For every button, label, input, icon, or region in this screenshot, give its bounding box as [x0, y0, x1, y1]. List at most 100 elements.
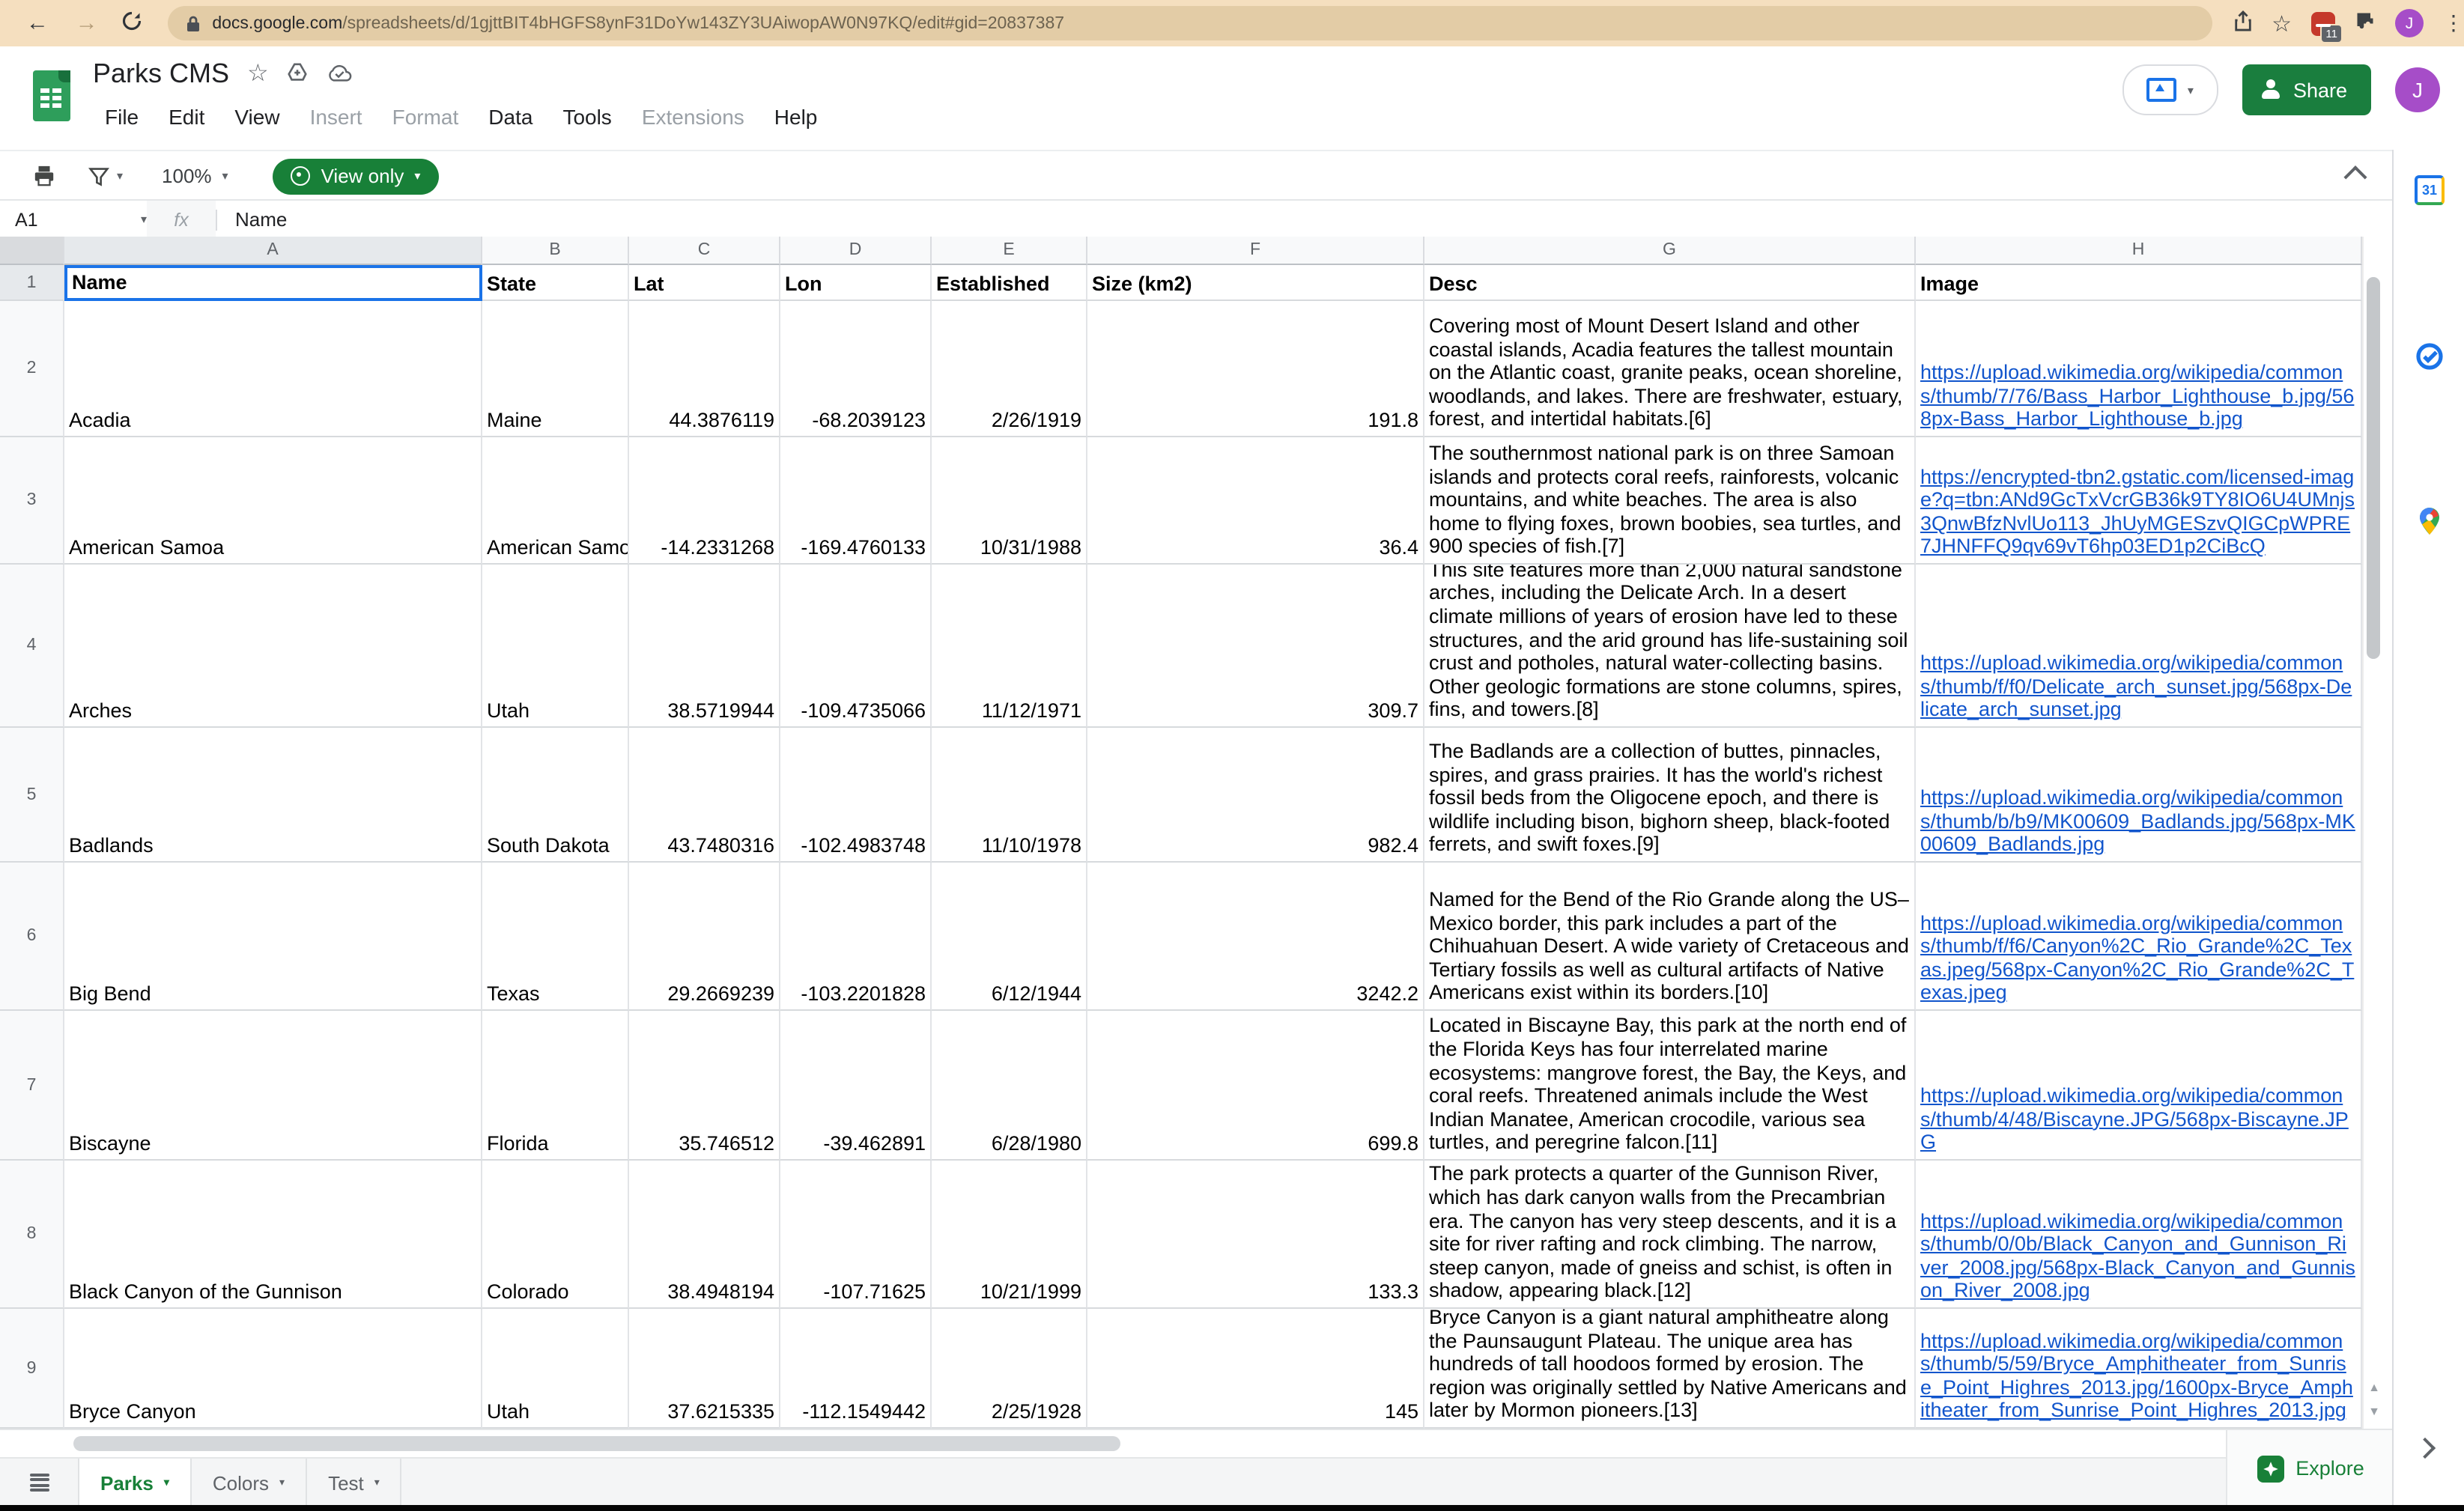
cell-state[interactable]: Utah [482, 1309, 629, 1429]
adblock-extension-icon[interactable]: 11 [2311, 11, 2335, 35]
cell-desc[interactable]: Located in Biscayne Bay, this park at th… [1424, 1011, 1916, 1161]
cell-desc[interactable]: The southernmost national park is on thr… [1424, 437, 1916, 565]
cell-lat[interactable]: 35.746512 [629, 1011, 780, 1161]
column-header-H[interactable]: H [1916, 237, 2362, 265]
cell-name[interactable]: Black Canyon of the Gunnison [64, 1161, 482, 1309]
header-cell[interactable]: Size (km2) [1087, 265, 1424, 301]
row-number[interactable]: 7 [0, 1011, 64, 1161]
cell-state[interactable]: American Samoa [482, 437, 629, 565]
menu-help[interactable]: Help [762, 100, 830, 133]
all-sheets-menu-icon[interactable] [0, 1459, 78, 1507]
cell-lon[interactable]: -169.4760133 [780, 437, 932, 565]
scroll-down-icon[interactable]: ▼ [2364, 1402, 2385, 1423]
view-only-button[interactable]: View only ▾ [273, 158, 439, 194]
cell-state[interactable]: Utah [482, 565, 629, 728]
header-cell[interactable]: Name [64, 265, 482, 301]
column-header-E[interactable]: E [932, 237, 1087, 265]
select-all-corner[interactable] [0, 237, 64, 265]
cell-image[interactable]: https://encrypted-tbn2.gstatic.com/licen… [1916, 437, 2362, 565]
row-number[interactable]: 3 [0, 437, 64, 565]
cell-name[interactable]: Bryce Canyon [64, 1309, 482, 1429]
cell-lat[interactable]: 29.2669239 [629, 863, 780, 1011]
add-shortcut-to-drive-icon[interactable] [287, 61, 309, 87]
cell-lat[interactable]: 43.7480316 [629, 728, 780, 863]
menu-data[interactable]: Data [476, 100, 544, 133]
cell-state[interactable]: Maine [482, 301, 629, 437]
header-cell[interactable]: State [482, 265, 629, 301]
image-link[interactable]: https://upload.wikimedia.org/wikipedia/c… [1920, 1209, 2355, 1302]
explore-button[interactable]: Explore [2226, 1429, 2394, 1507]
row-number[interactable]: 8 [0, 1161, 64, 1309]
header-cell[interactable]: Lat [629, 265, 780, 301]
sheet-tab-test[interactable]: Test▾ [307, 1459, 402, 1507]
cell-name[interactable]: Big Bend [64, 863, 482, 1011]
column-header-C[interactable]: C [629, 237, 780, 265]
formula-input[interactable]: Name [235, 208, 287, 231]
cell-image[interactable]: https://upload.wikimedia.org/wikipedia/c… [1916, 1309, 2362, 1429]
row-number[interactable]: 6 [0, 863, 64, 1011]
hide-side-panel-icon[interactable] [2418, 1441, 2433, 1456]
cell-established[interactable]: 6/12/1944 [932, 863, 1087, 1011]
column-header-A[interactable]: A [64, 237, 482, 265]
sheet-tab-caret-icon[interactable]: ▾ [164, 1477, 169, 1489]
cell-desc[interactable]: Named for the Bend of the Rio Grande alo… [1424, 863, 1916, 1011]
cell-lon[interactable]: -39.462891 [780, 1011, 932, 1161]
document-title[interactable]: Parks CMS [93, 58, 229, 90]
horizontal-scrollbar-thumb[interactable] [73, 1436, 1120, 1451]
row-number[interactable]: 2 [0, 301, 64, 437]
cell-size[interactable]: 191.8 [1087, 301, 1424, 437]
maps-icon[interactable] [2415, 506, 2445, 536]
share-page-icon[interactable] [2233, 10, 2252, 36]
cell-lon[interactable]: -109.4735066 [780, 565, 932, 728]
cell-size[interactable]: 309.7 [1087, 565, 1424, 728]
cell-image[interactable]: https://upload.wikimedia.org/wikipedia/c… [1916, 1161, 2362, 1309]
column-header-B[interactable]: B [482, 237, 629, 265]
cell-lat[interactable]: -14.2331268 [629, 437, 780, 565]
header-cell[interactable]: Lon [780, 265, 932, 301]
sheets-logo-icon[interactable] [33, 70, 70, 121]
document-status-cloud-icon[interactable] [327, 63, 353, 85]
image-link[interactable]: https://upload.wikimedia.org/wikipedia/c… [1920, 361, 2354, 430]
account-avatar[interactable]: J [2395, 67, 2440, 112]
cell-image[interactable]: https://upload.wikimedia.org/wikipedia/c… [1916, 728, 2362, 863]
cell-image[interactable]: https://upload.wikimedia.org/wikipedia/c… [1916, 1011, 2362, 1161]
filter-icon[interactable]: ▾ [88, 165, 123, 186]
reload-icon[interactable] [120, 10, 144, 37]
browser-profile-avatar[interactable]: J [2395, 9, 2424, 37]
image-link[interactable]: https://upload.wikimedia.org/wikipedia/c… [1920, 786, 2355, 855]
image-link[interactable]: https://upload.wikimedia.org/wikipedia/c… [1920, 1329, 2353, 1422]
image-link[interactable]: https://upload.wikimedia.org/wikipedia/c… [1920, 1084, 2349, 1153]
menu-view[interactable]: View [222, 100, 291, 133]
cell-name[interactable]: Biscayne [64, 1011, 482, 1161]
present-to-meeting-button[interactable]: ▾ [2122, 64, 2218, 115]
cell-name[interactable]: Arches [64, 565, 482, 728]
collapse-toolbar-icon[interactable] [2347, 165, 2365, 183]
header-cell[interactable]: Image [1916, 265, 2362, 301]
calendar-icon[interactable]: 31 [2415, 175, 2445, 205]
cell-lat[interactable]: 38.4948194 [629, 1161, 780, 1309]
cell-desc[interactable]: The park protects a quarter of the Gunni… [1424, 1161, 1916, 1309]
print-icon[interactable] [33, 165, 55, 187]
header-cell[interactable]: Established [932, 265, 1087, 301]
row-number[interactable]: 5 [0, 728, 64, 863]
cell-lon[interactable]: -107.71625 [780, 1161, 932, 1309]
scroll-up-icon[interactable]: ▲ [2364, 1378, 2385, 1399]
row-number[interactable]: 4 [0, 565, 64, 728]
row-number[interactable]: 9 [0, 1309, 64, 1429]
cell-lat[interactable]: 44.3876119 [629, 301, 780, 437]
header-cell[interactable]: Desc [1424, 265, 1916, 301]
cell-desc[interactable]: This site features more than 2,000 natur… [1424, 565, 1916, 728]
sheet-tab-parks[interactable]: Parks▾ [78, 1459, 192, 1507]
sheet-tab-caret-icon[interactable]: ▾ [279, 1477, 285, 1489]
bookmark-star-icon[interactable]: ☆ [2272, 10, 2292, 37]
row-number[interactable]: 1 [0, 265, 64, 301]
sheet-tab-colors[interactable]: Colors▾ [192, 1459, 307, 1507]
cell-established[interactable]: 10/31/1988 [932, 437, 1087, 565]
menu-file[interactable]: File [93, 100, 151, 133]
cell-state[interactable]: Texas [482, 863, 629, 1011]
cell-established[interactable]: 10/21/1999 [932, 1161, 1087, 1309]
cell-size[interactable]: 36.4 [1087, 437, 1424, 565]
cell-lon[interactable]: -102.4983748 [780, 728, 932, 863]
star-icon[interactable]: ☆ [247, 62, 269, 86]
cell-name[interactable]: Acadia [64, 301, 482, 437]
